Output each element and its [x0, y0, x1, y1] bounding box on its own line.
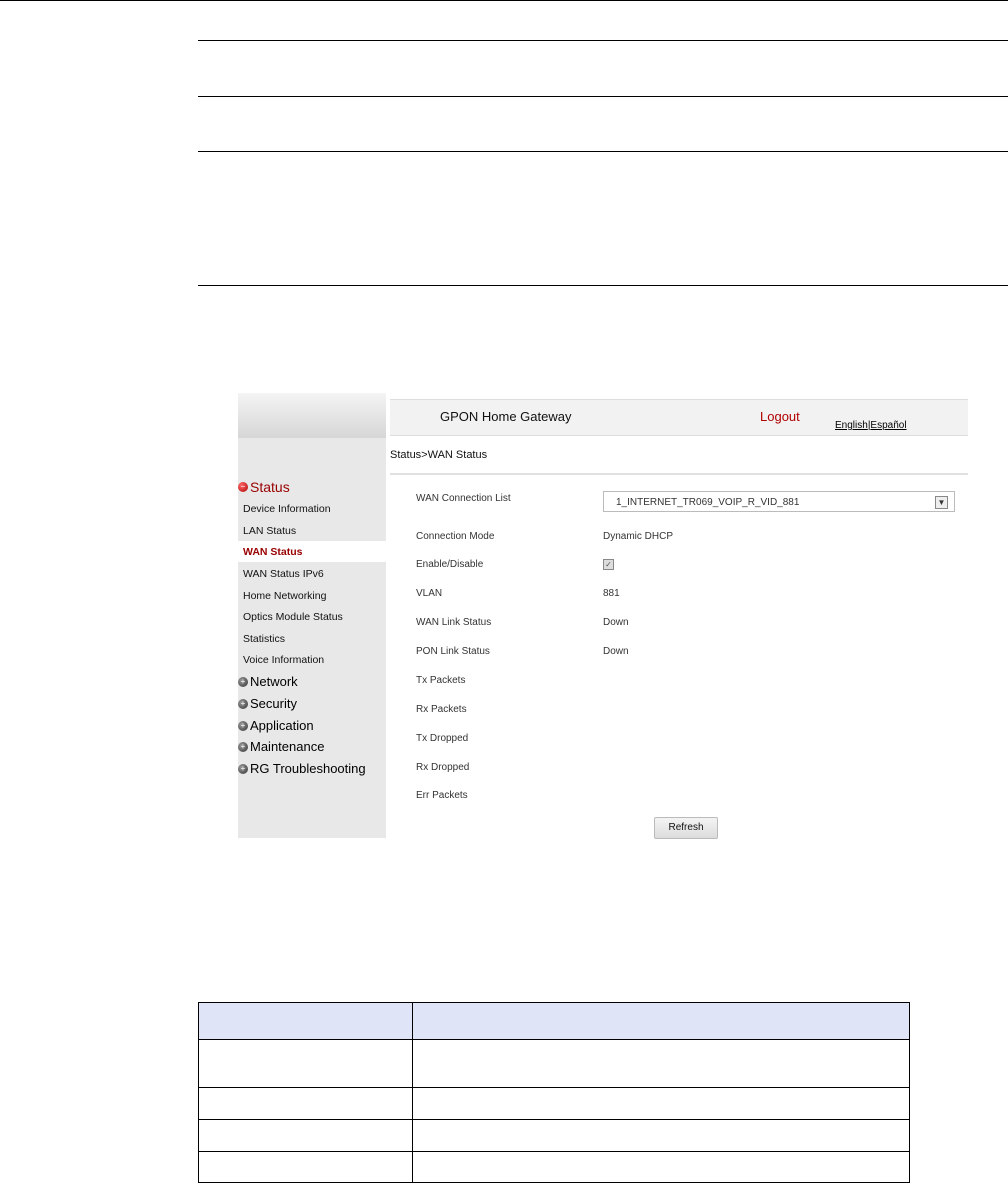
section-rule-3	[198, 151, 1008, 152]
table-header-cell	[198, 1002, 413, 1040]
table-cell	[198, 1039, 413, 1088]
nav-application-label: Application	[250, 718, 314, 733]
tx-dropped-label: Tx Dropped	[416, 733, 469, 744]
nav-item-optics-module-status[interactable]: Optics Module Status	[243, 611, 343, 623]
table-header-cell	[412, 1002, 910, 1040]
rx-dropped-label: Rx Dropped	[416, 762, 470, 773]
connection-mode-label: Connection Mode	[416, 531, 495, 542]
pon-link-status-label: PON Link Status	[416, 646, 490, 657]
section-rule-2	[198, 96, 1008, 97]
gateway-screenshot: − Status Device Information LAN Status W…	[238, 393, 968, 839]
reference-table	[198, 1002, 910, 1183]
table-row	[198, 1151, 910, 1183]
nav-item-home-networking[interactable]: Home Networking	[243, 590, 326, 602]
top-rule	[0, 0, 1008, 1]
nav-status[interactable]: − Status	[238, 479, 290, 495]
breadcrumb: Status>WAN Status	[390, 449, 488, 461]
wan-connection-list-label: WAN Connection List	[416, 493, 511, 504]
nav-security-label: Security	[250, 696, 297, 711]
table-row	[198, 1119, 910, 1152]
wan-link-status-value: Down	[603, 617, 629, 628]
expand-icon: +	[238, 763, 248, 774]
logout-link[interactable]: Logout	[760, 409, 800, 424]
table-cell	[198, 1087, 413, 1120]
collapse-icon: −	[238, 482, 248, 492]
nav-network[interactable]: + Network	[238, 674, 298, 689]
chevron-down-icon[interactable]: ▼	[935, 496, 948, 509]
table-row	[198, 1087, 910, 1120]
nav-item-statistics[interactable]: Statistics	[243, 633, 285, 645]
enable-checkbox[interactable]: ✓	[603, 559, 614, 570]
nav-rg-label: RG Troubleshooting	[250, 761, 366, 776]
table-cell	[412, 1087, 910, 1120]
table-row	[198, 1039, 910, 1088]
nav-item-wan-status-ipv6[interactable]: WAN Status IPv6	[243, 568, 324, 580]
err-packets-label: Err Packets	[416, 790, 468, 801]
refresh-button[interactable]: Refresh	[654, 817, 718, 839]
nav-network-label: Network	[250, 674, 298, 689]
app-title: GPON Home Gateway	[440, 409, 572, 424]
nav-item-voice-information[interactable]: Voice Information	[243, 654, 324, 666]
header-bar: GPON Home Gateway Logout English|Español	[390, 399, 968, 436]
nav-item-wan-status[interactable]: WAN Status	[243, 546, 303, 558]
expand-icon: +	[238, 741, 248, 752]
vlan-label: VLAN	[416, 588, 443, 599]
wan-connection-value: 1_INTERNET_TR069_VOIP_R_VID_881	[616, 497, 800, 508]
lang-espanol-link[interactable]: Español	[870, 420, 906, 431]
nav-application[interactable]: + Application	[238, 718, 314, 733]
section-rule-1	[198, 40, 1008, 41]
main-panel: GPON Home Gateway Logout English|Español…	[386, 393, 968, 839]
nav-item-lan-status[interactable]: LAN Status	[243, 525, 296, 537]
table-cell	[412, 1151, 910, 1183]
table-cell	[198, 1119, 413, 1152]
nav-rg-troubleshooting[interactable]: + RG Troubleshooting	[238, 761, 366, 776]
sidebar: − Status Device Information LAN Status W…	[238, 393, 386, 838]
nav-maintenance-label: Maintenance	[250, 739, 325, 754]
expand-icon: +	[238, 698, 248, 709]
enable-disable-label: Enable/Disable	[416, 559, 484, 570]
nav-maintenance[interactable]: + Maintenance	[238, 739, 324, 754]
wan-link-status-label: WAN Link Status	[416, 617, 492, 628]
table-cell	[412, 1119, 910, 1152]
pon-link-status-value: Down	[603, 646, 629, 657]
table-header-row	[198, 1002, 910, 1040]
tx-packets-label: Tx Packets	[416, 675, 466, 686]
table-cell	[412, 1039, 910, 1088]
sidebar-header	[238, 393, 386, 438]
table-cell	[198, 1151, 413, 1183]
language-switcher: English|Español	[835, 420, 907, 431]
section-rule-4	[198, 285, 1008, 286]
nav-security[interactable]: + Security	[238, 696, 297, 711]
lang-english-link[interactable]: English	[835, 420, 868, 431]
nav-status-label: Status	[250, 479, 290, 495]
vlan-value: 881	[603, 588, 620, 599]
wan-connection-select[interactable]: 1_INTERNET_TR069_VOIP_R_VID_881 ▼	[603, 491, 955, 512]
breadcrumb-divider	[390, 473, 968, 475]
connection-mode-value: Dynamic DHCP	[603, 531, 674, 542]
rx-packets-label: Rx Packets	[416, 704, 467, 715]
expand-icon: +	[238, 720, 248, 731]
expand-icon: +	[238, 676, 248, 687]
nav-item-device-information[interactable]: Device Information	[243, 503, 331, 515]
